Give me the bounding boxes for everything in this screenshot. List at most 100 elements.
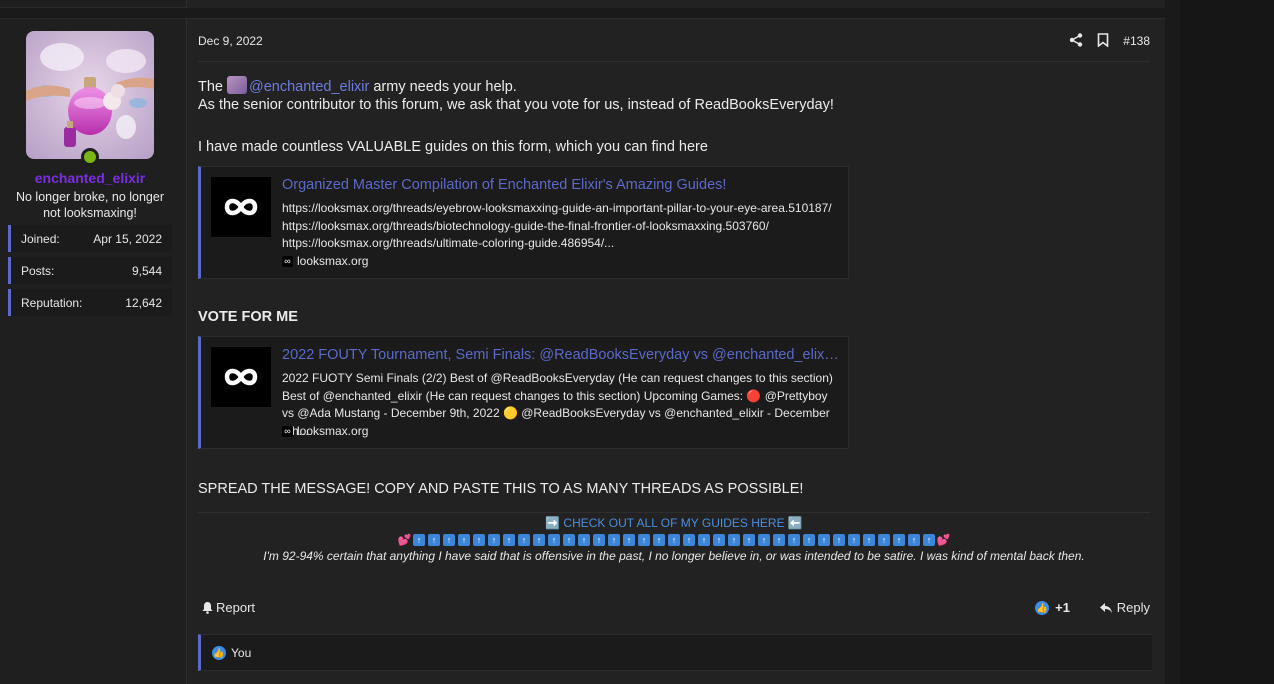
bell-icon xyxy=(202,602,213,614)
post-date[interactable]: Dec 9, 2022 xyxy=(198,34,263,48)
up-arrow-icon: ↑ xyxy=(803,533,815,546)
signature: ➡️ CHECK OUT ALL OF MY GUIDES HERE ⬅️ 💕 ↑… xyxy=(198,516,1150,563)
up-arrow-icon: ↑ xyxy=(818,533,830,546)
previous-post-edge xyxy=(0,0,1165,8)
up-arrow-icon: ↑ xyxy=(893,533,905,546)
stat-value: Apr 15, 2022 xyxy=(93,232,162,246)
site-logo-icon: ∞ xyxy=(282,425,293,437)
link-preview-title[interactable]: 2022 FOUTY Tournament, Semi Finals: @Rea… xyxy=(282,347,842,363)
author-username[interactable]: enchanted_elixir xyxy=(0,170,180,186)
message-line-2: As the senior contributor to this forum,… xyxy=(198,97,834,113)
up-arrow-icon: ↑ xyxy=(668,533,680,546)
stat-reputation: Reputation: 12,642 xyxy=(8,289,172,316)
heart-icon: 💕 xyxy=(397,534,412,547)
forum-post: enchanted_elixir No longer broke, no lon… xyxy=(0,18,1165,684)
up-arrow-icon: ↑ xyxy=(473,533,485,546)
signature-divider xyxy=(198,512,1150,513)
up-arrow-icon: ↑ xyxy=(518,533,530,546)
up-arrow-icon: ↑ xyxy=(653,533,665,546)
signature-emoji-row: 💕 ↑ ↑ ↑ ↑ ↑ ↑ ↑ ↑ ↑ ↑ ↑ ↑ ↑ ↑ ↑ ↑ ↑ ↑ ↑ ↑ ↑ ↑ ↑ ↑ ↑ ↑ ↑ ↑ ↑ ↑ ↑ ↑ ↑ ↑ ↑ 💕 xyxy=(198,532,1150,546)
message-line-spread: SPREAD THE MESSAGE! COPY AND PASTE THIS … xyxy=(198,481,804,497)
user-mention-link[interactable]: @enchanted_elixir xyxy=(249,79,369,95)
up-arrow-icon: ↑ xyxy=(848,533,860,546)
mention-avatar-icon xyxy=(227,76,248,94)
reaction-count: +1 xyxy=(1055,600,1070,615)
post-main: Dec 9, 2022 #138 The @enchanted_elixir a… xyxy=(186,19,1165,684)
text-fragment: army needs your help. xyxy=(369,79,517,95)
up-arrow-icon: ↑ xyxy=(758,533,770,546)
post-footer: Report 👍 +1 Reply xyxy=(198,598,1150,618)
link-preview-site: ∞ looksmax.org xyxy=(282,254,368,268)
stat-label: Posts: xyxy=(21,264,55,278)
site-logo-icon xyxy=(211,347,271,407)
reactions-list[interactable]: 👍 You xyxy=(198,634,1152,671)
text-fragment: The xyxy=(198,79,228,95)
up-arrow-icon: ↑ xyxy=(488,533,500,546)
up-arrow-icon: ↑ xyxy=(833,533,845,546)
reactions-list-content: 👍 You xyxy=(212,646,251,660)
up-arrow-icon: ↑ xyxy=(773,533,785,546)
up-arrow-icon: ↑ xyxy=(608,533,620,546)
avatar-image xyxy=(26,31,154,159)
reply-label: Reply xyxy=(1116,600,1150,615)
vote-heading: VOTE FOR ME xyxy=(198,309,298,325)
up-arrow-icon: ↑ xyxy=(428,533,440,546)
up-arrow-icon: ↑ xyxy=(578,533,590,546)
up-arrow-icon: ↑ xyxy=(638,533,650,546)
link-preview-tournament[interactable]: 2022 FOUTY Tournament, Semi Finals: @Rea… xyxy=(198,336,849,449)
post-number-link[interactable]: #138 xyxy=(1123,34,1150,48)
up-arrow-icon: ↑ xyxy=(563,533,575,546)
author-user-title: No longer broke, no longer not looksmaxi… xyxy=(15,190,164,220)
up-arrow-icon: ↑ xyxy=(878,533,890,546)
heart-icon: 💕 xyxy=(936,534,951,547)
up-arrow-icon: ↑ xyxy=(623,533,635,546)
site-name: looksmax.org xyxy=(297,254,369,268)
up-arrow-icon: ↑ xyxy=(683,533,695,546)
author-sidebar: enchanted_elixir No longer broke, no lon… xyxy=(0,19,186,684)
link-preview-guides[interactable]: Organized Master Compilation of Enchante… xyxy=(198,166,849,279)
previous-post-main xyxy=(186,0,1165,8)
site-logo-icon xyxy=(211,177,271,237)
message-line-3: I have made countless VALUABLE guides on… xyxy=(198,139,708,155)
stat-value: 12,642 xyxy=(125,296,162,310)
site-logo-icon: ∞ xyxy=(282,255,293,267)
bookmark-icon[interactable] xyxy=(1097,32,1109,50)
up-arrow-icon: ↑ xyxy=(443,533,455,546)
signature-disclaimer: I'm 92-94% certain that anything I have … xyxy=(263,549,1085,563)
up-arrow-icon: ↑ xyxy=(458,533,470,546)
reply-button[interactable]: Reply xyxy=(1099,600,1150,615)
stat-label: Joined: xyxy=(21,232,60,246)
stat-value: 9,544 xyxy=(131,264,162,278)
message-line-1: The @enchanted_elixir army needs your he… xyxy=(198,76,517,95)
link-preview-title[interactable]: Organized Master Compilation of Enchante… xyxy=(282,177,842,193)
like-icon: 👍 xyxy=(212,646,226,660)
up-arrow-icon: ↑ xyxy=(908,533,920,546)
up-arrow-icon: ↑ xyxy=(728,533,740,546)
reply-icon xyxy=(1099,602,1112,613)
like-reaction-button[interactable]: 👍 +1 xyxy=(1035,600,1070,615)
avatar[interactable] xyxy=(26,31,154,159)
stat-label: Reputation: xyxy=(21,296,83,310)
post-actions: #138 xyxy=(1069,31,1150,51)
like-icon: 👍 xyxy=(1035,600,1050,615)
up-arrow-icon: ↑ xyxy=(713,533,725,546)
up-arrow-icon: ↑ xyxy=(503,533,515,546)
up-arrow-icon: ↑ xyxy=(788,533,800,546)
stat-posts: Posts: 9,544 xyxy=(8,257,172,284)
page-right-gutter xyxy=(1180,0,1274,684)
link-preview-site: ∞ looksmax.org xyxy=(282,424,368,438)
up-arrow-icon: ↑ xyxy=(548,533,560,546)
up-arrow-icon: ↑ xyxy=(863,533,875,546)
report-button[interactable]: Report xyxy=(201,600,255,615)
up-arrow-icon: ↑ xyxy=(923,533,935,546)
online-status-indicator xyxy=(81,148,99,166)
share-icon[interactable] xyxy=(1069,32,1083,50)
up-arrow-icon: ↑ xyxy=(533,533,545,546)
header-divider xyxy=(198,61,1150,62)
up-arrow-icon: ↑ xyxy=(593,533,605,546)
site-name: looksmax.org xyxy=(297,424,369,438)
signature-guides-link[interactable]: ➡️ CHECK OUT ALL OF MY GUIDES HERE ⬅️ xyxy=(198,516,1150,530)
reacted-by[interactable]: You xyxy=(231,646,251,660)
report-label: Report xyxy=(216,600,256,615)
up-arrow-icon: ↑ xyxy=(413,533,425,546)
